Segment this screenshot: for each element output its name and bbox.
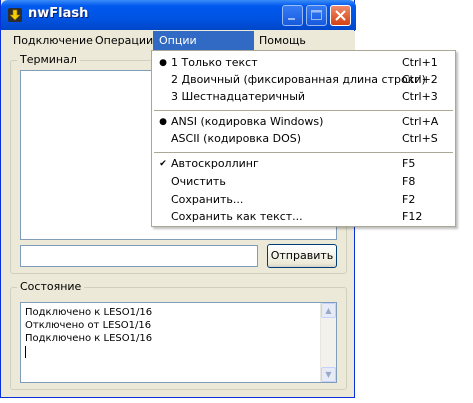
menu-item-label: Сохранить как текст... (171, 210, 303, 223)
checkmark-icon: ✔ (159, 159, 167, 169)
window-title: nwFlash (28, 6, 89, 21)
menu-item-shortcut: Ctrl+S (402, 132, 438, 145)
menu-item-shortcut: Ctrl+A (402, 115, 439, 128)
menu-item-label: Очистить (171, 175, 226, 188)
menu-item-binary[interactable]: 2 Двоичный (фиксированная длина строки) … (152, 71, 455, 89)
menu-separator (154, 152, 453, 153)
status-line: Отключено от LESO1/16 (25, 320, 152, 331)
menu-item-clear[interactable]: Очистить F8 (152, 173, 455, 191)
menu-help[interactable]: Помощь (253, 31, 312, 51)
status-group: Состояние Подключено к LESO1/16 Отключен… (10, 280, 347, 390)
radio-bullet-icon: ● (159, 58, 167, 68)
scroll-up-icon[interactable]: ▲ (321, 303, 336, 318)
menu-item-shortcut: Ctrl+3 (402, 90, 438, 103)
terminal-input[interactable] (20, 245, 258, 267)
maximize-icon (311, 10, 322, 20)
menu-item-shortcut: F8 (402, 175, 416, 188)
download-arrow-icon[interactable] (7, 7, 23, 23)
menu-item-label: 2 Двоичный (фиксированная длина строки) (171, 73, 426, 86)
title-bar[interactable]: nwFlash (1, 0, 356, 30)
menu-connection[interactable]: Подключение (7, 31, 99, 51)
menu-item-shortcut: F12 (402, 210, 423, 223)
menu-operations[interactable]: Операции (89, 31, 159, 51)
terminal-legend: Терминал (17, 53, 80, 66)
menu-item-label: ANSI (кодировка Windows) (171, 115, 324, 128)
menu-item-shortcut: F2 (402, 193, 416, 206)
menu-item-label: ASCII (кодировка DOS) (171, 132, 302, 145)
menu-item-label: 3 Шестнадцатеричный (171, 90, 306, 103)
menu-item-shortcut: Ctrl+2 (402, 73, 438, 86)
menu-bar: Подключение Операции Опции терминала Пом… (2, 31, 355, 67)
text-caret (25, 346, 26, 358)
status-line: Подключено к LESO1/16 (25, 333, 153, 344)
menu-item-save-as-text[interactable]: Сохранить как текст... F12 (152, 208, 455, 226)
terminal-options-menu: ● 1 Только текст Ctrl+1 2 Двоичный (фикс… (151, 50, 456, 227)
menu-item-hex[interactable]: 3 Шестнадцатеричный Ctrl+3 (152, 88, 455, 106)
menu-item-shortcut: F5 (402, 157, 416, 170)
menu-item-label: Автоскроллинг (171, 157, 259, 170)
maximize-button[interactable] (306, 5, 327, 26)
minimize-button[interactable] (282, 5, 303, 26)
status-log[interactable]: Подключено к LESO1/16 Отключено от LESO1… (20, 302, 337, 383)
menu-item-text-only[interactable]: ● 1 Только текст Ctrl+1 (152, 54, 455, 72)
menu-item-label: Сохранить... (171, 193, 244, 206)
status-legend: Состояние (17, 280, 85, 293)
close-icon (335, 10, 346, 21)
menu-item-ansi[interactable]: ● ANSI (кодировка Windows) Ctrl+A (152, 113, 455, 131)
scroll-down-icon[interactable]: ▼ (321, 367, 336, 382)
menu-item-save[interactable]: Сохранить... F2 (152, 191, 455, 209)
menu-item-ascii[interactable]: ASCII (кодировка DOS) Ctrl+S (152, 130, 455, 148)
menu-terminal-options[interactable]: Опции терминала (153, 31, 254, 67)
send-button[interactable]: Отправить (267, 244, 337, 268)
menu-separator (154, 110, 453, 111)
status-scrollbar[interactable]: ▲ ▼ (320, 303, 336, 382)
minimize-icon (288, 18, 295, 20)
menu-item-shortcut: Ctrl+1 (402, 56, 438, 69)
menu-item-label: 1 Только текст (171, 56, 258, 69)
close-button[interactable] (330, 5, 351, 26)
menu-item-autoscroll[interactable]: ✔ Автоскроллинг F5 (152, 155, 455, 173)
status-line: Подключено к LESO1/16 (25, 307, 153, 318)
radio-bullet-icon: ● (159, 117, 167, 127)
